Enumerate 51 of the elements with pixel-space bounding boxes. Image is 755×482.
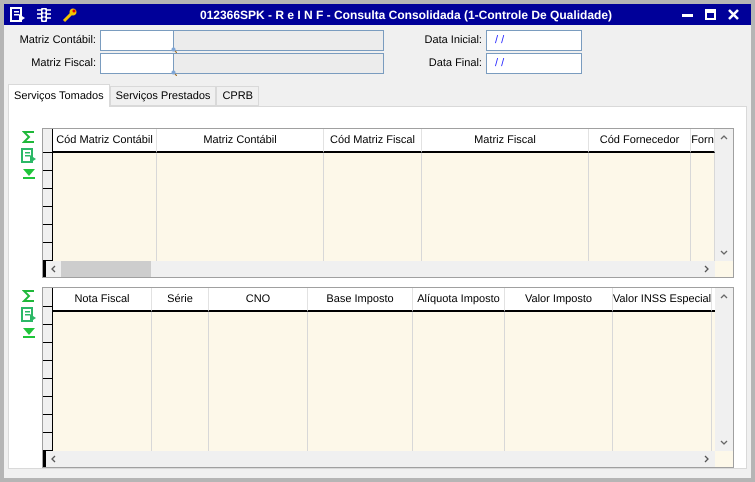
vertical-scrollbar[interactable] [715,129,733,261]
export-list-icon[interactable] [21,148,37,164]
scrollbar-corner [715,261,733,277]
column-header[interactable]: Alíquota Imposto [413,288,505,312]
column-header[interactable]: Nota Fiscal [53,288,152,312]
sum-icon[interactable] [22,289,36,303]
column-header[interactable]: CNO [209,288,308,312]
field-label: Matriz Fiscal: [30,56,97,72]
export-list-icon[interactable] [21,307,37,323]
date-field[interactable]: / / [486,53,582,74]
scroll-left-icon[interactable] [51,265,56,273]
menu-list-icon[interactable] [10,6,26,22]
scroll-down-icon[interactable] [720,250,728,255]
scroll-down-icon[interactable] [720,440,728,445]
traffic-light-icon[interactable] [36,6,52,22]
scrollbar-thumb[interactable] [61,261,151,277]
field-label: Data Final: [428,56,483,72]
maximize-icon[interactable] [705,9,716,20]
field-label: Data Inicial: [424,33,483,48]
lookup-field[interactable] [100,53,174,74]
horizontal-scrollbar[interactable] [43,261,715,277]
window-title: 012366SPK - R e I N F - Consulta Consolidada (1-Controle De Qualidade) [198,6,614,24]
field-label: Matriz Contábil: [18,33,97,48]
tab[interactable]: Serviços Tomados [8,84,110,107]
column-header[interactable]: Valor INSS Especial [613,288,712,312]
search-icon[interactable] [171,70,177,76]
horizontal-scrollbar[interactable] [43,451,715,467]
wrench-icon[interactable] [62,6,78,22]
date-field[interactable]: / / [486,30,582,51]
search-icon[interactable] [171,47,177,53]
scroll-right-icon[interactable] [704,265,709,273]
column-header[interactable]: Base Imposto [308,288,413,312]
scroll-left-icon[interactable] [51,455,56,463]
vertical-scrollbar[interactable] [715,288,733,451]
scroll-right-icon[interactable] [704,455,709,463]
column-header[interactable]: Valor Imposto [505,288,613,312]
column-header[interactable]: Cód Matriz Contábil [53,129,157,153]
column-header[interactable]: Matriz Fiscal [422,129,589,153]
sum-icon[interactable] [22,130,36,144]
tab[interactable]: CPRB [216,86,259,106]
close-icon[interactable] [728,9,739,20]
column-header[interactable]: Matriz Contábil [157,129,324,153]
column-header[interactable]: Cód Matriz Fiscal [324,129,422,153]
column-header[interactable]: Série [152,288,209,312]
scroll-up-icon[interactable] [720,135,728,140]
column-header[interactable]: Cód Fornecedor [589,129,691,153]
tab[interactable]: Serviços Prestados [110,86,216,106]
lookup-field[interactable] [100,30,174,51]
scrollbar-corner [715,451,733,467]
scroll-up-icon[interactable] [720,294,728,299]
column-header[interactable]: Forn [691,129,715,153]
